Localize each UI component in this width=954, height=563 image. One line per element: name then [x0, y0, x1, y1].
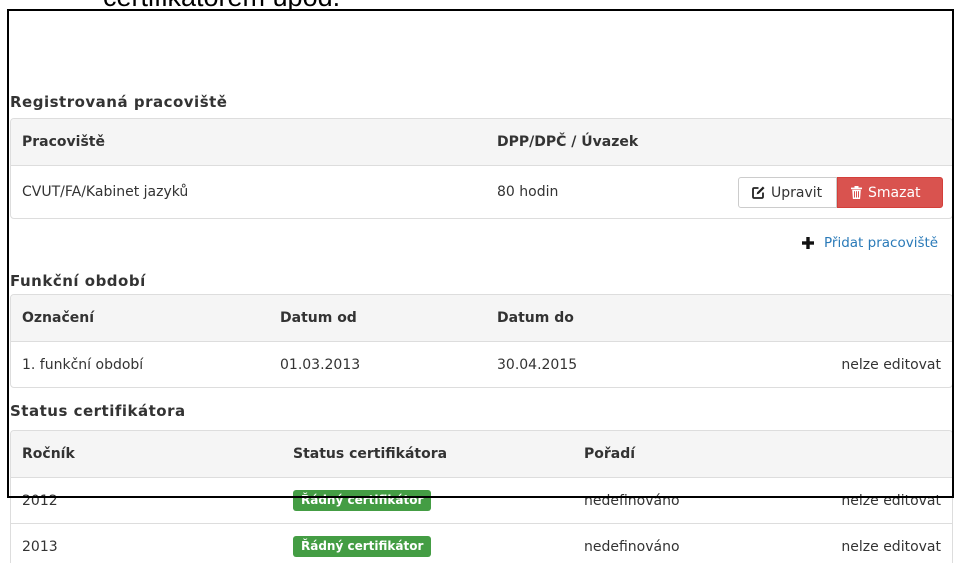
- delete-button-label: Smazat: [868, 184, 921, 201]
- term-edit-note: nelze editovat: [841, 356, 941, 373]
- terms-heading: Funkční období: [10, 272, 146, 290]
- certifier-status-heading: Status certifikátora: [10, 402, 186, 420]
- add-workplace-label: Přidat pracoviště: [824, 235, 939, 251]
- column-header-date-from: Datum od: [280, 310, 357, 326]
- top-note: certifikátorem úpod.: [103, 0, 463, 10]
- table-row: 2012 Řádný certifikátor nedefinováno nel…: [11, 478, 952, 524]
- table-header-row: Označení Datum od Datum do: [11, 295, 952, 342]
- edit-button[interactable]: Upravit: [738, 177, 837, 208]
- page: certifikátorem úpod. Registrovaná pracov…: [0, 0, 954, 563]
- table-header-row: Ročník Status certifikátora Pořadí: [11, 431, 952, 478]
- term-label: 1. funkční období: [22, 356, 144, 373]
- column-header-label: Označení: [22, 310, 95, 326]
- column-header-workplace: Pracoviště: [22, 134, 105, 150]
- table-row: CVUT/FA/Kabinet jazyků 80 hodin Upravit: [11, 166, 952, 218]
- delete-button[interactable]: Smazat: [837, 177, 943, 208]
- top-note-text: certifikátorem úpod.: [103, 0, 340, 10]
- edit-button-label: Upravit: [771, 184, 823, 201]
- row-actions: Upravit Smazat: [738, 177, 943, 208]
- workplace-scope: 80 hodin: [497, 184, 559, 200]
- column-header-order: Pořadí: [584, 446, 636, 462]
- status-edit-note: nelze editovat: [841, 492, 941, 509]
- certifier-status-table: Ročník Status certifikátora Pořadí 2012 …: [10, 430, 953, 563]
- column-header-date-to: Datum do: [497, 310, 574, 326]
- table-header-row: Pracoviště DPP/DPČ / Úvazek: [11, 119, 952, 166]
- status-badge: Řádný certifikátor: [293, 536, 432, 557]
- column-header-status: Status certifikátora: [293, 446, 448, 462]
- status-cell: Řádný certifikátor: [293, 478, 432, 523]
- column-header-year: Ročník: [22, 446, 75, 462]
- status-edit-note: nelze editovat: [841, 538, 941, 555]
- status-badge: Řádný certifikátor: [293, 490, 432, 511]
- workplace-name: CVUT/FA/Kabinet jazyků: [22, 184, 189, 200]
- workplaces-heading: Registrovaná pracoviště: [10, 93, 228, 111]
- status-year: 2012: [22, 492, 58, 509]
- add-workplace-link[interactable]: Přidat pracoviště: [802, 234, 938, 252]
- column-header-contract: DPP/DPČ / Úvazek: [497, 134, 639, 150]
- status-year: 2013: [22, 538, 58, 555]
- status-cell: Řádný certifikátor: [293, 524, 432, 563]
- edit-icon: [752, 186, 765, 199]
- status-order: nedefinováno: [584, 538, 680, 555]
- term-date-from: 01.03.2013: [280, 356, 361, 373]
- workplaces-table: Pracoviště DPP/DPČ / Úvazek CVUT/FA/Kabi…: [10, 118, 953, 219]
- status-order: nedefinováno: [584, 492, 680, 509]
- table-row: 1. funkční období 01.03.2013 30.04.2015 …: [11, 342, 952, 387]
- terms-table: Označení Datum od Datum do 1. funkční ob…: [10, 294, 953, 388]
- highlight-frame: [7, 9, 954, 498]
- plus-icon: [802, 237, 814, 249]
- table-row: 2013 Řádný certifikátor nedefinováno nel…: [11, 524, 952, 563]
- trash-icon: [851, 186, 862, 199]
- term-date-to: 30.04.2015: [497, 356, 578, 373]
